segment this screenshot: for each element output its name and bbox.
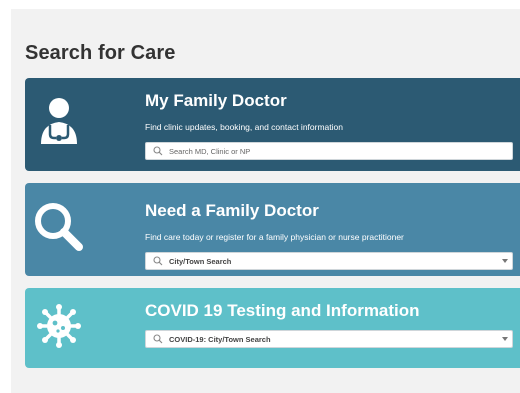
card-subtitle: Find clinic updates, booking, and contac… [145, 122, 343, 132]
chevron-down-icon [502, 259, 508, 263]
search-placeholder: Search MD, Clinic or NP [169, 147, 251, 156]
covid-city-town-select[interactable]: COVID-19: City/Town Search [145, 330, 513, 348]
card-title: My Family Doctor [145, 91, 287, 110]
card-subtitle: Find care today or register for a family… [145, 232, 404, 242]
virus-icon [37, 304, 81, 348]
doctor-search-input[interactable]: Search MD, Clinic or NP [145, 142, 513, 160]
need-a-family-doctor-card: Need a Family Doctor Find care today or … [25, 183, 520, 276]
doctor-icon [41, 98, 77, 144]
search-icon [153, 256, 163, 266]
search-for-care-panel: Search for Care My Family Doctor Find cl… [11, 9, 520, 393]
select-value: City/Town Search [169, 257, 232, 266]
chevron-down-icon [502, 337, 508, 341]
covid19-card: COVID 19 Testing and Information COVID-1… [25, 288, 520, 368]
card-title: Need a Family Doctor [145, 201, 319, 220]
my-family-doctor-card: My Family Doctor Find clinic updates, bo… [25, 78, 520, 171]
select-value: COVID-19: City/Town Search [169, 335, 271, 344]
search-icon [153, 334, 163, 344]
city-town-select[interactable]: City/Town Search [145, 252, 513, 270]
card-title: COVID 19 Testing and Information [145, 301, 420, 320]
page-title: Search for Care [25, 42, 176, 64]
search-icon [153, 146, 163, 156]
magnifier-icon [35, 203, 83, 251]
